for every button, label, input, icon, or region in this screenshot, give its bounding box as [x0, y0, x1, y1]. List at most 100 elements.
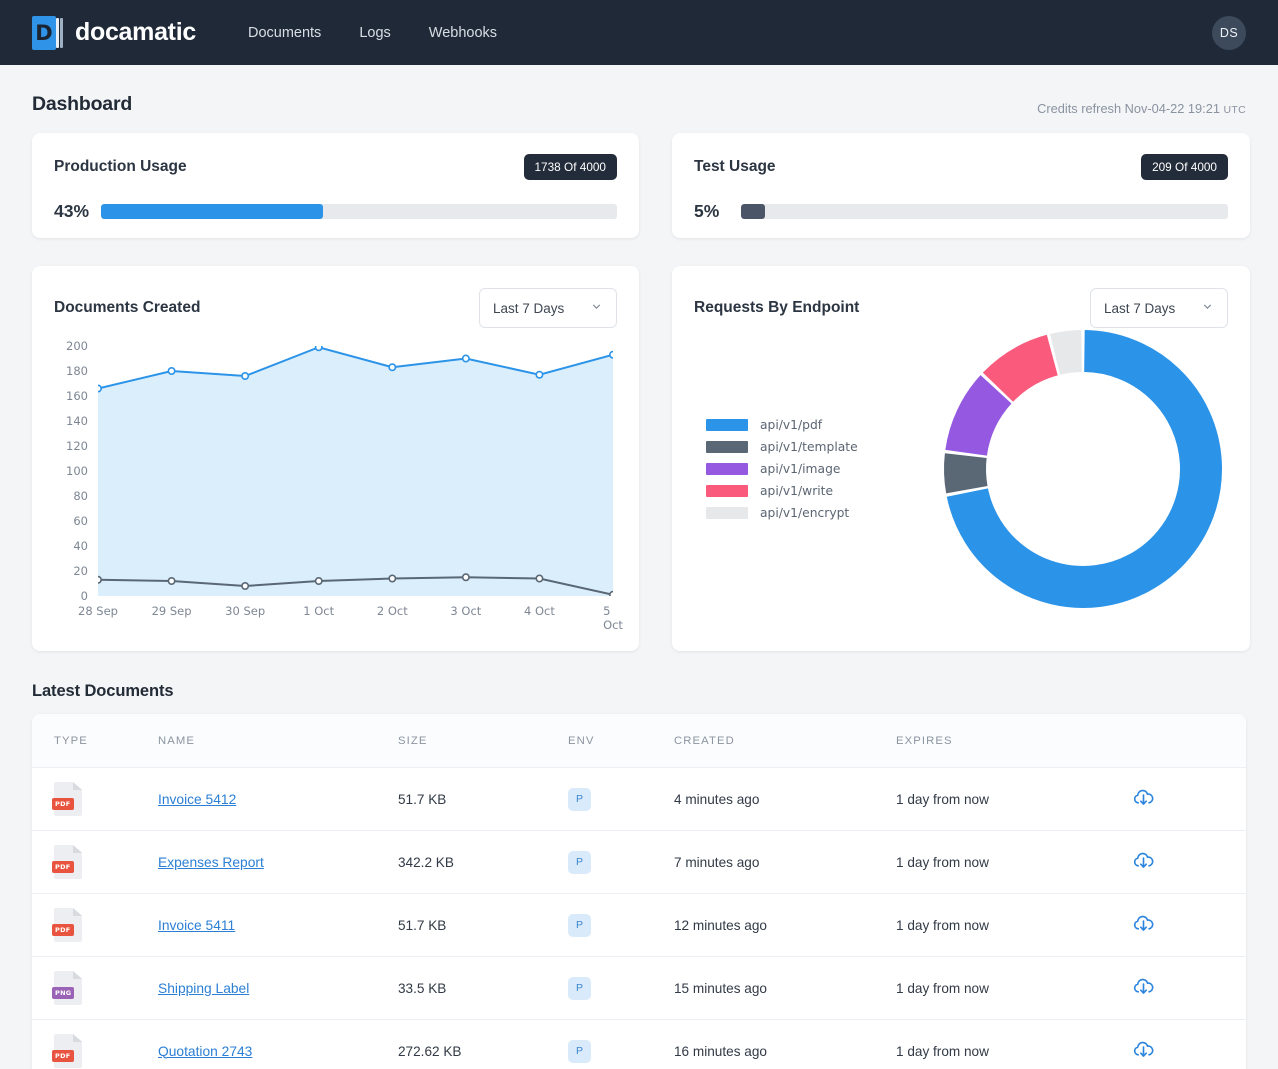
table-row[interactable]: PDF Expenses Report 342.2 KB P 7 minutes…	[32, 831, 1246, 894]
legend-item[interactable]: api/v1/template	[706, 436, 858, 458]
cell-name: Shipping Label	[158, 957, 398, 1020]
pdf-file-icon: PDF	[54, 845, 82, 879]
donut-graphic	[938, 324, 1228, 619]
cloud-download-icon[interactable]	[1132, 975, 1155, 998]
legend-swatch	[706, 441, 748, 453]
chevron-down-icon	[1201, 300, 1214, 316]
table-row[interactable]: PDF Invoice 5411 51.7 KB P 12 minutes ag…	[32, 894, 1246, 957]
table-header-row: TYPE NAME SIZE ENV CREATED EXPIRES	[32, 714, 1246, 768]
png-file-icon: PNG	[54, 971, 82, 1005]
cell-size: 51.7 KB	[398, 894, 568, 957]
x-axis-tick: 4 Oct	[524, 604, 555, 618]
latest-documents-table-card: TYPE NAME SIZE ENV CREATED EXPIRES PDF I…	[32, 714, 1246, 1069]
nav-item-webhooks[interactable]: Webhooks	[429, 25, 497, 41]
credits-refresh-timezone: UTC	[1224, 104, 1246, 116]
legend-item[interactable]: api/v1/pdf	[706, 414, 858, 436]
y-axis-tick: 180	[66, 364, 88, 378]
document-link[interactable]: Invoice 5412	[158, 792, 236, 807]
table-row[interactable]: PDF Quotation 2743 272.62 KB P 16 minute…	[32, 1020, 1246, 1069]
cell-type: PNG	[32, 957, 158, 1020]
cell-download	[1132, 894, 1246, 957]
requests-by-endpoint-range-select[interactable]: Last 7 Days	[1090, 288, 1228, 328]
cell-created: 12 minutes ago	[674, 894, 896, 957]
legend-label: api/v1/write	[760, 484, 833, 498]
column-header-type: TYPE	[32, 714, 158, 768]
requests-by-endpoint-title: Requests By Endpoint	[694, 299, 859, 317]
document-link[interactable]: Shipping Label	[158, 981, 249, 996]
y-axis-tick: 40	[73, 539, 88, 553]
document-link[interactable]: Quotation 2743	[158, 1044, 252, 1059]
test-usage-header: Test Usage 209 Of 4000	[694, 154, 1228, 180]
legend-item[interactable]: api/v1/image	[706, 458, 858, 480]
cloud-download-icon[interactable]	[1132, 786, 1155, 809]
credits-refresh-text: Credits refresh Nov-04-22 19:21 UTC	[1037, 101, 1246, 116]
production-usage-progress-track	[101, 204, 617, 219]
requests-by-endpoint-range-label: Last 7 Days	[1104, 301, 1175, 316]
cloud-download-icon[interactable]	[1132, 1038, 1155, 1061]
cell-download	[1132, 831, 1246, 894]
cell-size: 342.2 KB	[398, 831, 568, 894]
cloud-download-icon[interactable]	[1132, 849, 1155, 872]
nav-item-logs[interactable]: Logs	[359, 25, 390, 41]
cell-type: PDF	[32, 768, 158, 831]
page-title: Dashboard	[32, 93, 132, 116]
chevron-down-icon	[590, 300, 603, 316]
brand-logo[interactable]: D docamatic	[32, 16, 196, 50]
y-axis-tick: 100	[66, 464, 88, 478]
production-usage-progress-fill	[101, 204, 323, 219]
line-chart-y-axis: 020406080100120140160180200	[54, 346, 88, 596]
cell-name: Expenses Report	[158, 831, 398, 894]
y-axis-tick: 160	[66, 389, 88, 403]
file-type-tag: PDF	[52, 798, 74, 810]
y-axis-tick: 200	[66, 339, 88, 353]
legend-swatch	[706, 507, 748, 519]
pdf-file-icon: PDF	[54, 782, 82, 816]
legend-swatch	[706, 419, 748, 431]
cloud-download-icon[interactable]	[1132, 912, 1155, 935]
pdf-file-icon: PDF	[54, 1034, 82, 1068]
column-header-env: ENV	[568, 714, 674, 768]
env-badge: P	[568, 1040, 591, 1063]
legend-label: api/v1/template	[760, 440, 858, 454]
brand-name: docamatic	[75, 18, 196, 47]
documents-created-header: Documents Created Last 7 Days	[54, 288, 617, 328]
table-row[interactable]: PDF Invoice 5412 51.7 KB P 4 minutes ago…	[32, 768, 1246, 831]
production-usage-bar-row: 43%	[54, 201, 617, 222]
table-row[interactable]: PNG Shipping Label 33.5 KB P 15 minutes …	[32, 957, 1246, 1020]
cell-expires: 1 day from now	[896, 768, 1132, 831]
legend-swatch	[706, 485, 748, 497]
cell-env: P	[568, 894, 674, 957]
production-usage-badge: 1738 Of 4000	[524, 154, 618, 180]
file-type-tag: PDF	[52, 924, 74, 936]
env-badge: P	[568, 914, 591, 937]
x-axis-tick: 29 Sep	[152, 604, 192, 618]
production-usage-header: Production Usage 1738 Of 4000	[54, 154, 617, 180]
env-badge: P	[568, 788, 591, 811]
file-type-tag: PDF	[52, 1050, 74, 1062]
avatar[interactable]: DS	[1212, 16, 1246, 50]
document-link[interactable]: Invoice 5411	[158, 918, 235, 933]
column-header-created: CREATED	[674, 714, 896, 768]
cell-expires: 1 day from now	[896, 1020, 1132, 1069]
cell-type: PDF	[32, 894, 158, 957]
page-header: Dashboard Credits refresh Nov-04-22 19:2…	[32, 93, 1246, 116]
donut-legend: api/v1/pdf api/v1/template api/v1/image api…	[706, 414, 858, 524]
requests-by-endpoint-donut-chart: api/v1/pdf api/v1/template api/v1/image api…	[694, 336, 1228, 636]
dashboard-page: Dashboard Credits refresh Nov-04-22 19:2…	[0, 65, 1278, 1069]
cell-expires: 1 day from now	[896, 894, 1132, 957]
requests-by-endpoint-header: Requests By Endpoint Last 7 Days	[694, 288, 1228, 328]
x-axis-tick: 2 Oct	[377, 604, 408, 618]
latest-documents-title: Latest Documents	[32, 682, 1246, 701]
legend-item[interactable]: api/v1/encrypt	[706, 502, 858, 524]
cell-created: 16 minutes ago	[674, 1020, 896, 1069]
file-type-tag: PDF	[52, 861, 74, 873]
document-link[interactable]: Expenses Report	[158, 855, 264, 870]
nav-item-documents[interactable]: Documents	[248, 25, 321, 41]
documents-created-range-select[interactable]: Last 7 Days	[479, 288, 617, 328]
line-chart-x-axis: 28 Sep29 Sep30 Sep1 Oct2 Oct3 Oct4 Oct5 …	[98, 604, 613, 622]
pdf-file-icon: PDF	[54, 908, 82, 942]
legend-item[interactable]: api/v1/write	[706, 480, 858, 502]
cell-env: P	[568, 957, 674, 1020]
documents-created-range-label: Last 7 Days	[493, 301, 564, 316]
cell-size: 272.62 KB	[398, 1020, 568, 1069]
